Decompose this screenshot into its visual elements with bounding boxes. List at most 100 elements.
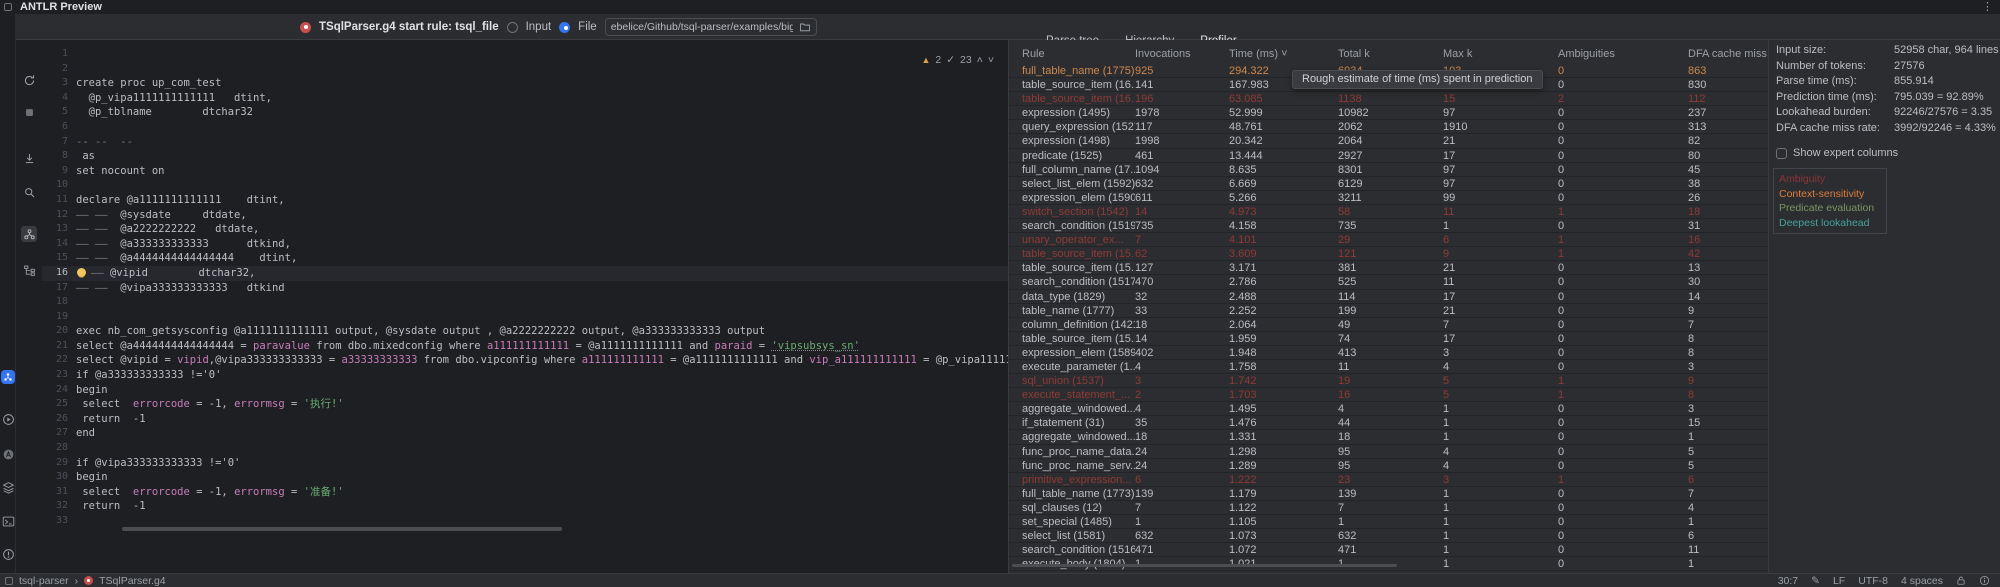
line-number[interactable]: 23 <box>42 368 76 383</box>
line-number[interactable]: 19 <box>42 310 76 325</box>
code-line[interactable]: 19 <box>42 310 1008 325</box>
code-line[interactable]: 1 <box>42 47 1008 62</box>
show-expert-columns[interactable]: Show expert columns <box>1776 147 1898 159</box>
run-toolwindow-button[interactable] <box>0 411 16 427</box>
code-line[interactable]: 25 select errorcode = -1, errormsg = '执行… <box>42 397 1008 412</box>
line-number[interactable]: 14 <box>42 237 76 252</box>
code-line[interactable]: 27end <box>42 426 1008 441</box>
column-header[interactable]: Total k <box>1338 48 1443 64</box>
next-problem-icon[interactable]: ˅ <box>988 54 994 66</box>
code-line[interactable]: 18 <box>42 295 1008 310</box>
code-line[interactable]: 8 as <box>42 149 1008 164</box>
code-line[interactable]: 12—— —— @sysdate dtdate, <box>42 208 1008 223</box>
line-number[interactable]: 2 <box>42 62 76 77</box>
code-line[interactable]: 28 <box>42 441 1008 456</box>
table-horizontal-scrollbar[interactable] <box>1012 564 1397 567</box>
line-number[interactable]: 9 <box>42 164 76 179</box>
antlr-preview-toolwindow-button[interactable] <box>1 370 15 384</box>
scroll-to-source-icon[interactable] <box>21 150 37 166</box>
input-file-field[interactable]: ebelice/Github/tsql-parser/examples/big.… <box>605 18 817 36</box>
code-line[interactable]: 29if @vipa333333333333 !='0' <box>42 456 1008 471</box>
code-line[interactable]: 7-- -- -- <box>42 135 1008 150</box>
code-line[interactable]: 15—— —— @a4444444444444444 dtint, <box>42 251 1008 266</box>
line-number[interactable]: 32 <box>42 499 76 514</box>
encoding[interactable]: UTF-8 <box>1858 575 1888 587</box>
antlr-console-toolwindow-button[interactable] <box>0 446 16 462</box>
profiler-row[interactable]: aggregate_windowed...41.4954103 <box>1009 402 1768 416</box>
stop-icon[interactable] <box>21 104 37 120</box>
line-number[interactable]: 15 <box>42 251 76 266</box>
line-number[interactable]: 17 <box>42 281 76 296</box>
line-number[interactable]: 33 <box>42 514 76 529</box>
line-number[interactable]: 11 <box>42 193 76 208</box>
line-number[interactable]: 18 <box>42 295 76 310</box>
expert-columns-checkbox[interactable] <box>1776 148 1787 159</box>
profiler-row[interactable]: aggregate_windowed...181.33118101 <box>1009 430 1768 444</box>
profiler-row[interactable]: if_statement (31)351.476441015 <box>1009 416 1768 430</box>
line-number[interactable]: 4 <box>42 91 76 106</box>
code-line[interactable]: 31 select errorcode = -1, errormsg = '准备… <box>42 485 1008 500</box>
profiler-row[interactable]: execute_statement_...21.70316518 <box>1009 388 1768 402</box>
lock-icon[interactable] <box>1956 575 1966 586</box>
code-line[interactable]: 24begin <box>42 383 1008 398</box>
profiler-row[interactable]: execute_parameter (1...41.75811403 <box>1009 360 1768 374</box>
column-header[interactable]: DFA cache miss <box>1688 48 1768 64</box>
profiler-row[interactable]: full_column_name (17...10948.63583019704… <box>1009 163 1768 177</box>
notifications-icon[interactable] <box>1979 575 1990 586</box>
profiler-row[interactable]: data_type (1829)322.48811417014 <box>1009 290 1768 304</box>
readonly-pencil-icon[interactable]: ✎ <box>1811 575 1820 587</box>
code-line[interactable]: 20exec nb_com_getsysconfig @a11111111111… <box>42 324 1008 339</box>
profiler-row[interactable]: sql_clauses (12)71.1227104 <box>1009 501 1768 515</box>
line-number[interactable]: 8 <box>42 149 76 164</box>
breadcrumb-project[interactable]: tsql-parser <box>19 575 69 587</box>
code-line[interactable]: 5 @p_tblname dtchar32 <box>42 105 1008 120</box>
line-number[interactable]: 21 <box>42 339 76 354</box>
line-ending[interactable]: LF <box>1833 575 1845 587</box>
line-number[interactable]: 28 <box>42 441 76 456</box>
problems-toolwindow-button[interactable] <box>0 546 16 562</box>
code-line[interactable]: 26 return -1 <box>42 412 1008 427</box>
line-number[interactable]: 1 <box>42 47 76 62</box>
line-number[interactable]: 6 <box>42 120 76 135</box>
profiler-row[interactable]: predicate (1525)46113.444292717080 <box>1009 149 1768 163</box>
code-line[interactable]: 30begin <box>42 470 1008 485</box>
window-icon[interactable] <box>5 577 13 585</box>
profiler-row[interactable]: search_condition (1516)4711.0724711011 <box>1009 543 1768 557</box>
line-number[interactable]: 24 <box>42 383 76 398</box>
profiler-row[interactable]: table_source_item (16...19663.0851138152… <box>1009 92 1768 106</box>
profiler-row[interactable]: table_name (1777)332.2521992109 <box>1009 304 1768 318</box>
code-line[interactable]: 11declare @a1111111111111 dtint, <box>42 193 1008 208</box>
code-line[interactable]: 21select @a4444444444444444 = paravalue … <box>42 339 1008 354</box>
profiler-row[interactable]: search_condition (1519)7354.1587351031 <box>1009 219 1768 233</box>
code-editor[interactable]: 123create proc up_com_test4 @p_vipa11111… <box>42 40 1008 573</box>
structure-tree-icon[interactable] <box>21 262 37 278</box>
line-number[interactable]: 10 <box>42 178 76 193</box>
profiler-row[interactable]: unary_operator_ex...74.101296116 <box>1009 233 1768 247</box>
breadcrumb-file[interactable]: TSqlParser.g4 <box>99 575 166 587</box>
input-radio-label[interactable]: Input <box>526 21 552 33</box>
input-file-path[interactable]: ebelice/Github/tsql-parser/examples/big.… <box>611 21 793 33</box>
line-number[interactable]: 5 <box>42 105 76 120</box>
inspections-widget[interactable]: ▲ 2 ✓ 23 ˄ ˅ <box>921 54 994 66</box>
column-header[interactable]: Invocations <box>1135 48 1229 64</box>
code-line[interactable]: 13—— —— @a2222222222 dtdate, <box>42 222 1008 237</box>
profiler-row[interactable]: full_table_name (1773)1391.179139107 <box>1009 487 1768 501</box>
input-radio[interactable] <box>507 22 518 33</box>
profiler-row[interactable]: query_expression (1527)11748.76120621910… <box>1009 120 1768 134</box>
profiler-row[interactable]: column_definition (1421)182.06449707 <box>1009 318 1768 332</box>
line-number[interactable]: 22 <box>42 353 76 368</box>
profiler-row[interactable]: func_proc_name_serv...241.28995405 <box>1009 459 1768 473</box>
code-line[interactable]: 22select @vipid = vipid,@vipa33333333333… <box>42 353 1008 368</box>
code-line[interactable]: 16—— @vipid dtchar32, <box>42 266 1008 281</box>
profiler-row[interactable]: primitive_expression...61.22223316 <box>1009 473 1768 487</box>
more-options-icon[interactable]: ⋮ <box>1982 0 1993 13</box>
column-header[interactable]: Rule <box>1022 48 1135 64</box>
profiler-row[interactable]: search_condition (1517)4702.78652511030 <box>1009 275 1768 289</box>
column-header[interactable]: Time (ms) ˅ <box>1229 48 1338 64</box>
line-number[interactable]: 7 <box>42 135 76 150</box>
prev-problem-icon[interactable]: ˄ <box>977 54 983 66</box>
code-line[interactable]: 2 <box>42 62 1008 77</box>
code-line[interactable]: 32 return -1 <box>42 499 1008 514</box>
profiler-row[interactable]: expression (1498)199820.342206421082 <box>1009 134 1768 148</box>
code-line[interactable]: 4 @p_vipa1111111111111 dtint, <box>42 91 1008 106</box>
